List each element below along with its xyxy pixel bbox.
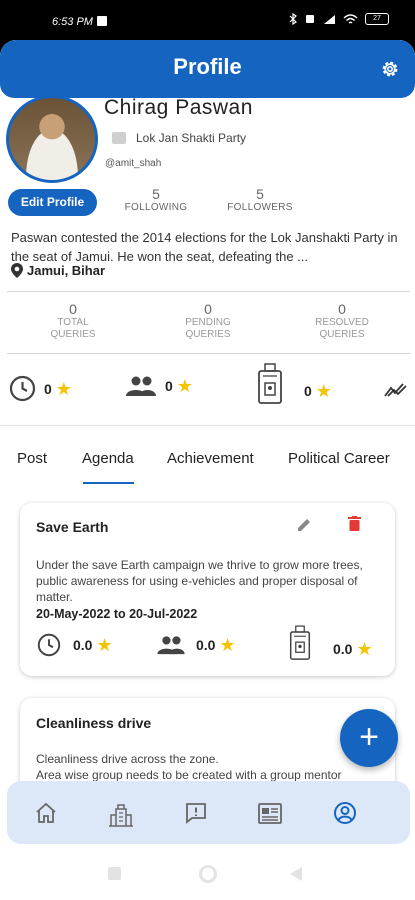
followers-label: FOLLOWERS [227, 202, 293, 213]
party-row: Lok Jan Shakti Party [112, 131, 246, 145]
news-icon[interactable] [257, 801, 283, 825]
app-bar: Profile [0, 40, 415, 98]
pending-queries-label-2: QUERIES [185, 329, 231, 340]
resolved-queries-stat[interactable]: 0 RESOLVED QUERIES [306, 301, 378, 341]
agenda-dates: 20-May-2022 to 20-Jul-2022 [36, 607, 198, 621]
page-title: Profile [173, 54, 242, 79]
star-icon: ★ [315, 381, 332, 401]
star-icon: ★ [55, 378, 72, 399]
trending-icon[interactable] [384, 382, 408, 398]
agenda-description: Under the save Earth campaign we thrive … [36, 558, 363, 604]
following-stat[interactable]: 5 FOLLOWING [124, 186, 188, 213]
rating-clock: 0 ★ [9, 375, 72, 402]
agenda-title: Cleanliness drive [36, 715, 152, 731]
total-queries-count: 0 [69, 301, 77, 317]
total-queries-label-1: TOTAL [57, 317, 89, 328]
rating-clock-value: 0 [44, 380, 52, 397]
total-queries-label-2: QUERIES [50, 329, 96, 340]
clock-icon [37, 633, 61, 657]
divider [7, 353, 410, 354]
party-flag-icon [112, 132, 126, 144]
tab-achievement[interactable]: Achievement [167, 450, 254, 467]
agenda-rating-people: 0.0 ★ [156, 635, 236, 655]
people-icon [126, 376, 156, 396]
status-time: 6:53 PM [52, 16, 93, 28]
system-navigation [0, 844, 415, 900]
star-icon: ★ [219, 635, 236, 655]
recents-button[interactable] [108, 867, 121, 880]
star-icon: ★ [96, 635, 113, 655]
agenda-rating-people-value: 0.0 [196, 637, 216, 653]
building-icon[interactable] [107, 801, 135, 827]
agenda-rating-badge-value: 0.0 [333, 641, 353, 657]
profile-tabs: Post Agenda Achievement Political Career [0, 450, 415, 484]
add-agenda-button[interactable]: + [340, 709, 398, 767]
people-icon [157, 636, 185, 655]
agenda-rating-badge: 0.0 ★ [289, 625, 373, 661]
pending-queries-stat[interactable]: 0 PENDING QUERIES [173, 301, 243, 341]
id-badge-icon [258, 363, 282, 404]
location-text: Jamui, Bihar [27, 263, 106, 278]
vibrate-icon [306, 15, 314, 23]
pending-queries-label-1: PENDING [185, 317, 231, 328]
gear-icon[interactable] [379, 58, 401, 80]
edit-profile-button[interactable]: Edit Profile [8, 189, 97, 216]
profile-screen: Profile Chirag Paswan Lok Jan Shakti Par… [0, 40, 415, 900]
bottom-navigation [7, 781, 410, 844]
resolved-queries-label-2: QUERIES [319, 329, 365, 340]
agenda-rating-clock-value: 0.0 [73, 637, 93, 653]
following-label: FOLLOWING [124, 202, 188, 213]
agenda-card[interactable]: Save Earth Under the save Earth campaign… [20, 503, 395, 676]
rating-badge: 0 ★ [257, 363, 332, 405]
resolved-queries-label-1: RESOLVED [315, 317, 369, 328]
profile-handle: @amit_shah [105, 158, 162, 169]
avatar[interactable] [6, 95, 98, 183]
active-tab-indicator [83, 482, 134, 484]
bluetooth-icon [289, 13, 297, 25]
tab-political-career[interactable]: Political Career [288, 450, 390, 467]
back-button[interactable] [290, 867, 303, 881]
rating-people-value: 0 [165, 378, 173, 394]
notification-icon [97, 16, 107, 26]
home-icon[interactable] [34, 801, 58, 825]
signal-icon [324, 14, 335, 24]
id-badge-icon [289, 625, 311, 660]
profile-icon[interactable] [333, 801, 357, 825]
rating-people: 0 ★ [125, 375, 193, 397]
location-pin-icon [11, 263, 23, 278]
tab-post[interactable]: Post [17, 450, 47, 467]
resolved-queries-count: 0 [338, 301, 346, 317]
following-count: 5 [152, 186, 160, 202]
pending-queries-count: 0 [204, 301, 212, 317]
delete-icon[interactable] [348, 516, 361, 532]
wifi-icon [343, 13, 358, 24]
location-row: Jamui, Bihar [11, 263, 105, 278]
followers-count: 5 [256, 186, 264, 202]
star-icon: ★ [356, 639, 373, 659]
tab-agenda[interactable]: Agenda [82, 450, 134, 467]
status-bar: 6:53 PM 27 [0, 0, 415, 40]
divider [0, 425, 415, 426]
total-queries-stat[interactable]: 0 TOTAL QUERIES [40, 301, 106, 341]
agenda-description: Cleanliness drive across the zone. [36, 752, 219, 766]
divider [7, 291, 410, 292]
party-name: Lok Jan Shakti Party [136, 131, 247, 145]
star-icon: ★ [176, 376, 193, 396]
feedback-icon[interactable] [184, 801, 208, 825]
clock-icon [9, 375, 36, 402]
home-button[interactable] [199, 865, 217, 883]
profile-name: Chirag Paswan [104, 96, 253, 119]
profile-bio: Paswan contested the 2014 elections for … [11, 230, 398, 264]
rating-badge-value: 0 [304, 383, 312, 399]
agenda-rating-clock: 0.0 ★ [37, 633, 113, 657]
edit-icon[interactable] [296, 517, 312, 533]
agenda-title: Save Earth [36, 519, 109, 535]
battery-indicator: 27 [365, 13, 389, 25]
followers-stat[interactable]: 5 FOLLOWERS [227, 186, 293, 213]
